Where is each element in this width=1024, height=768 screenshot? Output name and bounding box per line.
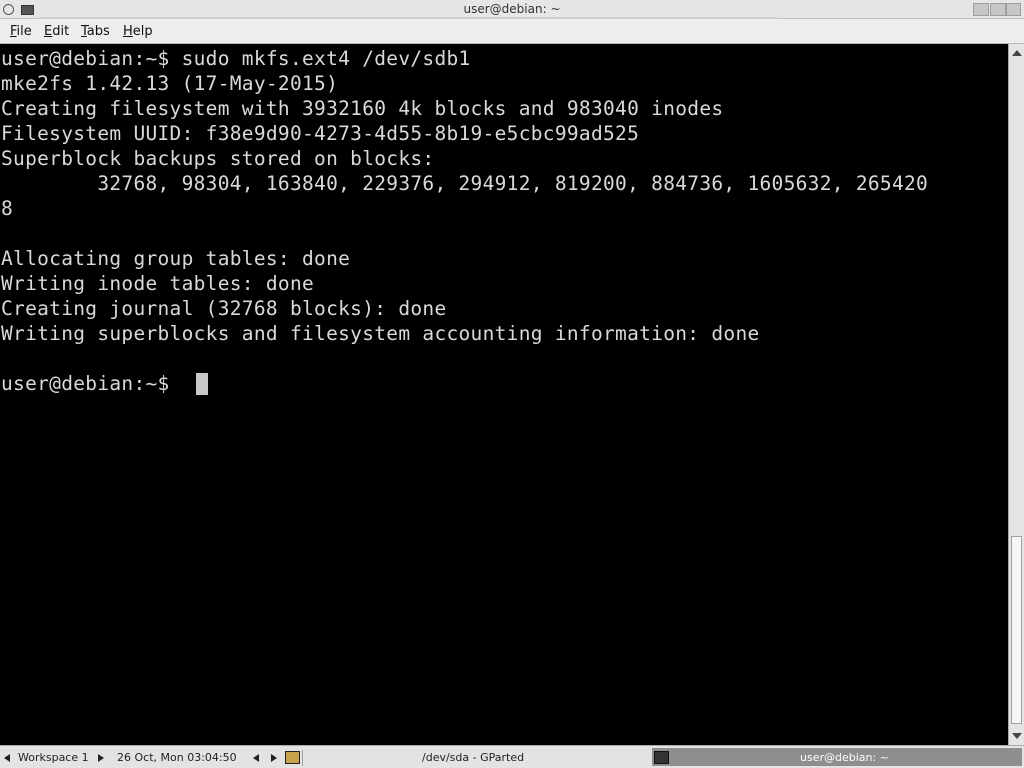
clock: 26 Oct, Mon 03:04:50	[117, 751, 237, 764]
workspace-label[interactable]: Workspace 1	[18, 751, 89, 764]
window-title: user@debian: ~	[463, 2, 561, 16]
terminal-prompt-line: user@debian:~$	[1, 372, 182, 395]
terminal-line: Allocating group tables: done	[1, 247, 351, 270]
terminal-line: Filesystem UUID: f38e9d90-4273-4d55-8b19…	[1, 122, 640, 145]
terminal-line: mke2fs 1.42.13 (17-May-2015)	[1, 72, 339, 95]
close-button[interactable]	[1006, 3, 1021, 16]
task-terminal-label: user@debian: ~	[800, 751, 889, 764]
menu-file[interactable]: File	[10, 24, 32, 39]
scrollbar-thumb[interactable]	[1011, 536, 1022, 724]
terminal-line: Creating filesystem with 3932160 4k bloc…	[1, 97, 724, 120]
menu-edit[interactable]: Edit	[44, 24, 69, 39]
maximize-button[interactable]	[990, 3, 1006, 16]
terminal-line: Superblock backups stored on blocks:	[1, 147, 435, 170]
taskbar: Workspace 1 26 Oct, Mon 03:04:50 /dev/sd…	[0, 745, 1024, 768]
menubar: File Edit Tabs Help	[0, 19, 1024, 44]
workspace-next-icon[interactable]	[98, 754, 104, 762]
window-titlebar[interactable]: user@debian: ~	[0, 0, 1024, 19]
task-scroll-right-icon[interactable]	[271, 754, 277, 762]
terminal-line: Writing superblocks and filesystem accou…	[1, 322, 760, 345]
terminal-line: Creating journal (32768 blocks): done	[1, 297, 447, 320]
terminal-task-icon	[654, 751, 669, 764]
terminal-output-area[interactable]: user@debian:~$ sudo mkfs.ext4 /dev/sdb1 …	[0, 44, 1008, 745]
task-terminal[interactable]: user@debian: ~	[652, 748, 1022, 766]
scroll-up-arrow-icon[interactable]	[1012, 50, 1022, 56]
menu-help[interactable]: Help	[123, 24, 153, 39]
terminal-line: 8	[1, 197, 14, 220]
task-gparted-label: /dev/sda - GParted	[422, 751, 525, 764]
task-gparted[interactable]: /dev/sda - GParted	[304, 748, 650, 766]
terminal-line: user@debian:~$ sudo mkfs.ext4 /dev/sdb1	[1, 47, 471, 70]
text-cursor	[196, 373, 208, 395]
gparted-icon[interactable]	[285, 751, 300, 764]
terminal-line: 32768, 98304, 163840, 229376, 294912, 81…	[1, 172, 929, 195]
workspace-prev-icon[interactable]	[4, 754, 10, 762]
minimize-button[interactable]	[973, 3, 989, 16]
terminal-scrollbar[interactable]	[1008, 44, 1024, 745]
scroll-down-arrow-icon[interactable]	[1012, 733, 1022, 739]
task-scroll-left-icon[interactable]	[253, 754, 259, 762]
terminal-line: Writing inode tables: done	[1, 272, 315, 295]
taskbar-separator	[302, 750, 303, 766]
menu-tabs[interactable]: Tabs	[81, 24, 110, 39]
